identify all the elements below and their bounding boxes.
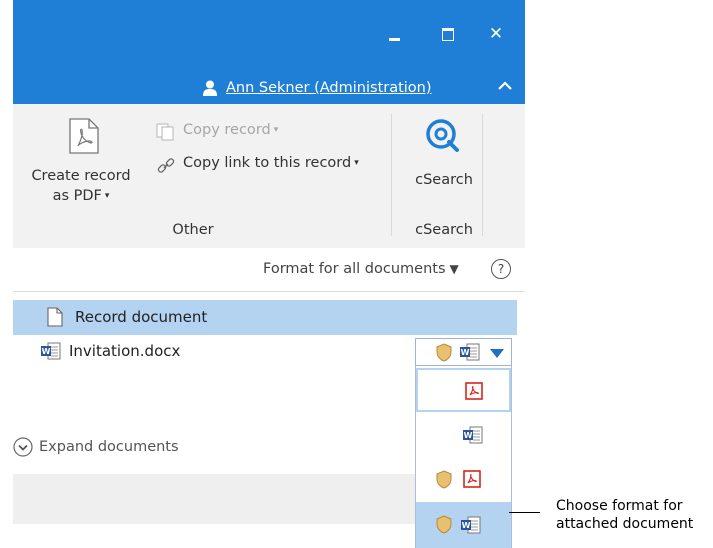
attachment-format-select[interactable]: W <box>415 338 512 366</box>
maximize-icon <box>442 27 454 41</box>
format-all-dropdown[interactable]: Format for all documents ▼ <box>263 261 459 277</box>
copy-icon <box>156 123 174 141</box>
close-button[interactable]: ✕ <box>481 22 511 46</box>
record-document-row[interactable]: Record document <box>13 300 517 335</box>
attachment-name: Invitation.docx <box>69 342 181 360</box>
svg-text:W: W <box>461 348 470 357</box>
signature-shield-icon <box>436 470 452 489</box>
user-indicator: Ann Sekner (Administration) <box>203 80 432 96</box>
word-document-icon: W <box>41 342 61 360</box>
format-bar: Format for all documents ▼ ? <box>13 248 525 292</box>
record-document-label: Record document <box>75 308 208 326</box>
dropdown-arrow-icon: ▼ <box>449 262 459 276</box>
callout-line-2: attached document <box>556 516 694 532</box>
format-all-label: Format for all documents <box>263 261 446 277</box>
group-separator <box>482 114 483 236</box>
close-icon: ✕ <box>488 23 504 44</box>
word-format-icon: W <box>463 426 483 444</box>
word-format-icon: W <box>460 343 480 361</box>
title-bar: ✕ Ann Sekner (Administration) <box>13 0 525 104</box>
expand-chevron-icon <box>13 437 33 457</box>
dropdown-caret-icon: ▾ <box>273 125 279 135</box>
app-window: ✕ Ann Sekner (Administration) Create rec… <box>13 0 525 548</box>
svg-text:W: W <box>462 521 471 530</box>
word-format-icon: W <box>461 516 481 534</box>
copy-link-button[interactable]: Copy link to this record ▾ <box>155 155 387 177</box>
pdf-document-icon <box>69 118 99 154</box>
group-separator <box>391 114 392 236</box>
dropdown-arrow-icon <box>490 349 504 358</box>
pdf-format-icon <box>465 382 483 400</box>
attachment-row[interactable]: W Invitation.docx <box>13 338 413 366</box>
expand-documents-button[interactable]: Expand documents <box>13 437 179 457</box>
callout-line-1: Choose format for <box>556 498 683 514</box>
help-icon[interactable]: ? <box>491 259 511 279</box>
dropdown-caret-icon: ▾ <box>104 191 110 201</box>
signature-shield-icon <box>436 343 452 362</box>
document-icon <box>47 307 63 327</box>
create-pdf-label-line1: Create record <box>31 168 131 184</box>
pdf-format-icon <box>463 470 481 488</box>
group-label-other: Other <box>172 222 214 238</box>
expand-documents-label: Expand documents <box>39 439 179 455</box>
footer-band <box>13 474 415 524</box>
format-dropdown-list: W W <box>415 366 512 548</box>
copy-record-button[interactable]: Copy record ▾ <box>155 122 315 144</box>
user-name-link[interactable]: Ann Sekner (Administration) <box>226 80 432 96</box>
group-label-csearch: cSearch <box>415 222 473 238</box>
ribbon: Create record as PDF ▾ Copy record ▾ Copy … <box>13 104 525 249</box>
csearch-button[interactable]: cSearch <box>401 114 487 204</box>
format-option-word[interactable]: W <box>416 413 511 457</box>
csearch-icon <box>426 119 459 152</box>
svg-text:W: W <box>42 347 51 356</box>
copy-link-label: Copy link to this record ▾ <box>183 155 359 171</box>
minimize-icon <box>388 37 400 41</box>
minimize-button[interactable] <box>379 22 409 46</box>
link-icon <box>157 158 175 173</box>
svg-text:W: W <box>464 431 473 440</box>
collapse-ribbon-icon[interactable] <box>497 80 513 92</box>
user-icon <box>203 80 217 96</box>
callout-text: Choose format for attached document <box>556 497 693 533</box>
format-option-pdf[interactable] <box>416 368 511 412</box>
format-option-signed-pdf[interactable] <box>416 458 511 502</box>
copy-record-label: Copy record ▾ <box>183 122 279 138</box>
create-pdf-button[interactable]: Create record as PDF ▾ <box>21 112 141 216</box>
create-pdf-label-line2: as PDF ▾ <box>52 188 110 204</box>
dropdown-caret-icon: ▾ <box>354 158 359 168</box>
maximize-button[interactable] <box>433 22 463 46</box>
callout-line <box>509 512 540 513</box>
signature-shield-icon <box>436 515 452 534</box>
csearch-button-label: cSearch <box>415 172 473 188</box>
format-option-signed-word[interactable]: W <box>416 502 511 548</box>
